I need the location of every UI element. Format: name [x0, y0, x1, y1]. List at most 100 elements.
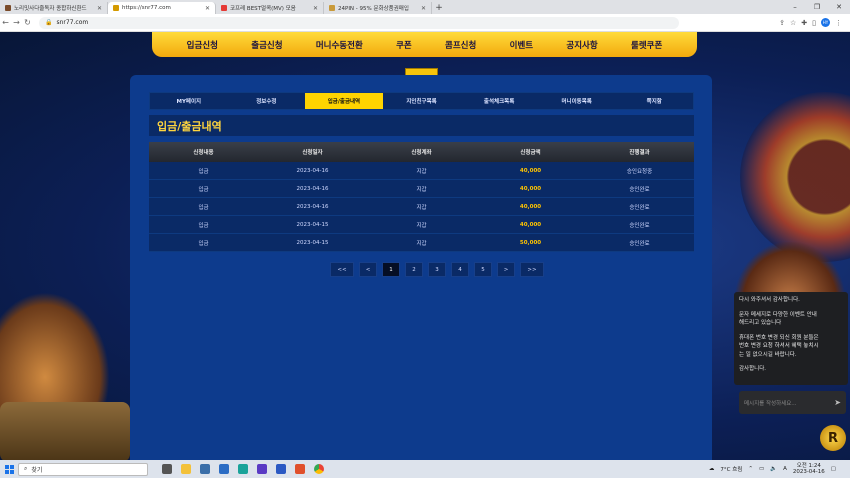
- table-cell: 입금: [198, 186, 209, 193]
- site-logo-badge[interactable]: R: [820, 425, 846, 451]
- app-s-icon[interactable]: [295, 464, 305, 474]
- tab-favicon-icon: [221, 5, 227, 11]
- table-cell: 2023-04-15: [296, 239, 329, 246]
- notification-icon[interactable]: ▢: [831, 466, 836, 472]
- ime-indicator[interactable]: A: [783, 466, 787, 472]
- page-first-button[interactable]: <<: [330, 262, 354, 277]
- clock[interactable]: 오전 1:24 2023-04-16: [793, 463, 825, 476]
- tab-label: https://snr77.com: [122, 5, 171, 11]
- table-cell: 50,000: [519, 239, 542, 246]
- network-icon[interactable]: ▭: [759, 466, 764, 472]
- column-header: 신청일자: [302, 150, 323, 156]
- windows-logo-icon: [4, 464, 14, 474]
- page-number-button[interactable]: 4: [451, 262, 469, 277]
- url-input[interactable]: 🔒 snr77.com: [39, 16, 679, 29]
- sub-tab[interactable]: 머니이동목록: [538, 93, 616, 109]
- pagination: << < 12345 > >>: [330, 262, 544, 277]
- top-menu-item[interactable]: 입금신청: [187, 39, 218, 51]
- sub-tab[interactable]: 출석체크목록: [460, 93, 538, 109]
- tab-close-icon[interactable]: ✕: [421, 5, 426, 12]
- table-cell: 입금: [198, 204, 209, 211]
- page-next-button[interactable]: >: [497, 262, 515, 277]
- table-cell: 2023-04-16: [296, 167, 329, 174]
- chat-widget: 다시 와주셔서 감사합니다. 문자 메세지로 다양한 이벤트 안내 해드리고 있습니…: [734, 292, 848, 385]
- table-cell: 승인요청중: [626, 168, 653, 175]
- page-number-button[interactable]: 3: [428, 262, 446, 277]
- top-menu-item[interactable]: 콤프신청: [445, 39, 476, 51]
- back-icon[interactable]: ←: [0, 18, 11, 27]
- windows-start-icon[interactable]: [0, 464, 18, 474]
- extensions-icon[interactable]: ✚: [801, 19, 807, 27]
- address-bar: ← → ↻ 🔒 snr77.com ⇪ ☆ ✚ ▯ HY ⋮: [0, 14, 850, 32]
- table-cell: 입금: [198, 240, 209, 247]
- top-menu-item[interactable]: 쿠폰: [396, 39, 412, 51]
- table-cell: 40,000: [519, 203, 542, 210]
- chat-input[interactable]: 메시지를 작성하세요... ➤: [739, 391, 846, 414]
- profile-avatar[interactable]: HY: [821, 18, 830, 27]
- table-row: 입금 2023-04-16 지갑 40,000 승인완료: [149, 180, 694, 198]
- weather-text[interactable]: 7°C 흐림: [720, 465, 742, 473]
- file-explorer-icon[interactable]: [181, 464, 191, 474]
- browser-tab[interactable]: https://snr77.com ✕: [108, 2, 216, 14]
- top-menu-item[interactable]: 이벤트: [510, 39, 533, 51]
- sub-tab[interactable]: 쪽지함: [615, 93, 693, 109]
- menu-icon[interactable]: ⋮: [835, 19, 842, 27]
- mail-icon[interactable]: [219, 464, 229, 474]
- table-cell: 2023-04-16: [296, 203, 329, 210]
- table-cell: 승인완료: [629, 240, 650, 247]
- taskbar-search[interactable]: ⌕ 찾기: [18, 462, 148, 476]
- browser-tab[interactable]: 24PIN - 95% 문화상품권매입 ✕: [324, 2, 432, 14]
- page-number-button[interactable]: 5: [474, 262, 492, 277]
- top-menu-item[interactable]: 출금신청: [251, 39, 282, 51]
- tab-close-icon[interactable]: ✕: [97, 5, 102, 12]
- table-cell: 40,000: [519, 221, 542, 228]
- table-body: 입금 2023-04-16 지갑 40,000 승인요청중입금 2023-04-16 지갑 4…: [149, 162, 694, 252]
- top-menu-item[interactable]: 룰렛쿠폰: [631, 39, 662, 51]
- media-player-icon[interactable]: [257, 464, 267, 474]
- sub-tabs: MY페이지 정보수정 입금/출금내역 지인친구목록 출석체크목록 머니이동목록 쪽지함: [149, 92, 694, 110]
- page-number-button[interactable]: 1: [382, 262, 400, 277]
- top-menu-item[interactable]: 공지사항: [566, 39, 597, 51]
- chrome-icon[interactable]: [314, 464, 324, 474]
- sub-tab[interactable]: 지인친구목록: [383, 93, 461, 109]
- top-menu-item[interactable]: 머니수동전환: [316, 39, 363, 51]
- sub-tab[interactable]: MY페이지: [150, 93, 228, 109]
- chat-message-line: 해드리고 있습니다: [739, 320, 782, 326]
- sub-tab[interactable]: 입금/출금내역: [305, 93, 383, 109]
- close-window-button[interactable]: ✕: [828, 0, 850, 14]
- browser-tab[interactable]: 노리밋사다줄독자 종합하신환드 ✕: [0, 2, 108, 14]
- minimize-button[interactable]: –: [784, 0, 806, 14]
- forward-icon[interactable]: →: [11, 18, 22, 27]
- share-icon[interactable]: ⇪: [779, 19, 785, 27]
- tab-favicon-icon: [5, 5, 11, 11]
- lock-icon: 🔒: [45, 19, 53, 26]
- calendar-icon[interactable]: [276, 464, 286, 474]
- cloud-icon: ☁: [708, 466, 715, 472]
- store-icon[interactable]: [200, 464, 210, 474]
- page-prev-button[interactable]: <: [359, 262, 377, 277]
- chat-message-line: 번호 변경 요청 하셔서 혜택 놓치시: [739, 343, 819, 349]
- decor-wheel: [740, 92, 850, 262]
- edge-icon[interactable]: [238, 464, 248, 474]
- tab-label: 24PIN - 95% 문화상품권매입: [338, 6, 409, 12]
- side-panel-icon[interactable]: ▯: [812, 19, 816, 27]
- send-icon[interactable]: ➤: [834, 398, 841, 407]
- speaker-icon[interactable]: 🔈: [770, 466, 777, 472]
- tab-close-icon[interactable]: ✕: [313, 5, 318, 12]
- task-view-icon[interactable]: [162, 464, 172, 474]
- browser-tab[interactable]: 코프레 BEST얼콕(MV) 모음 ✕: [216, 2, 324, 14]
- table-cell: 지갑: [416, 222, 427, 229]
- new-tab-button[interactable]: +: [432, 2, 446, 14]
- page-title: 입금/출금내역: [149, 115, 694, 136]
- page-number-button[interactable]: 2: [405, 262, 423, 277]
- tab-label: 노리밋사다줄독자 종합하신환드: [14, 6, 87, 12]
- sub-tab[interactable]: 정보수정: [228, 93, 306, 109]
- maximize-button[interactable]: ❐: [806, 0, 828, 14]
- reload-icon[interactable]: ↻: [22, 18, 33, 27]
- bookmark-star-icon[interactable]: ☆: [790, 19, 796, 27]
- table-header: 신청내용 신청일자 신청계좌 신청금액 진행결과: [149, 142, 694, 162]
- column-header: 신청금액: [520, 150, 541, 156]
- tab-close-icon[interactable]: ✕: [205, 5, 210, 12]
- page-last-button[interactable]: >>: [520, 262, 544, 277]
- tray-chevron-icon[interactable]: ⌃: [748, 466, 753, 472]
